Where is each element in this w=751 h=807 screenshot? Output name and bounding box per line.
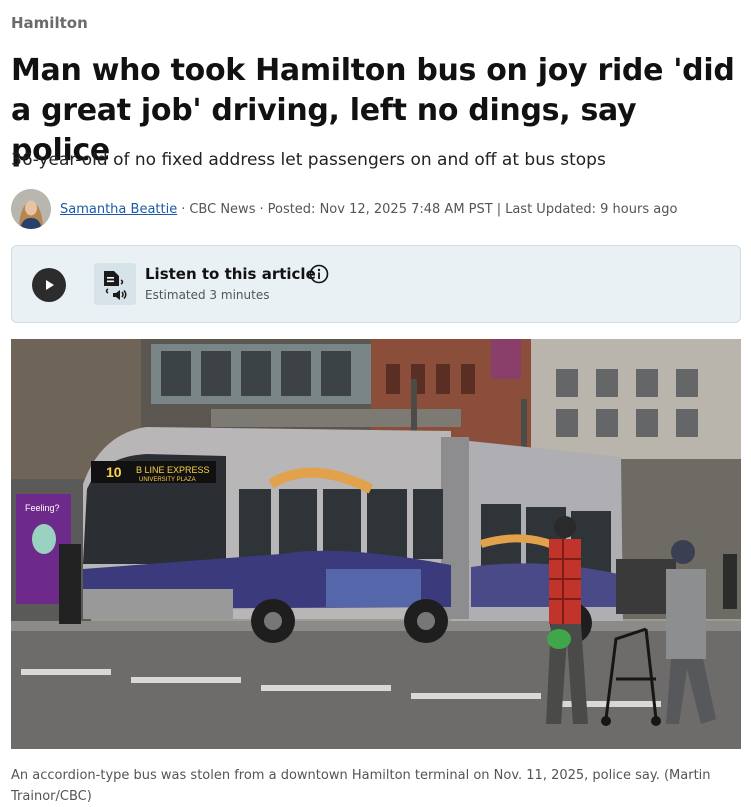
photo-caption: An accordion-type bus was stolen from a … [11,768,711,804]
deck: 36-year-old of no fixed address let pass… [11,150,606,170]
author-link[interactable]: Samantha Beattie [60,202,177,217]
info-icon[interactable] [309,264,329,284]
byline-separator: · [259,201,264,217]
posted-date: Posted: Nov 12, 2025 7:48 AM PST [267,201,493,217]
byline: Samantha Beattie · CBC News · Posted: No… [11,189,677,229]
article-photo[interactable]: Feeling? 10 B LINE EXPRESS UNIVERSITY PL… [11,339,741,749]
audio-document-icon [94,263,136,305]
avatar[interactable] [11,189,51,229]
bus-route: 10 [106,464,122,480]
bus-sign: B LINE EXPRESS [136,465,210,475]
outlet: CBC News [189,201,256,217]
listen-estimate: Estimated 3 minutes [145,288,270,302]
article-page: Hamilton Man who took Hamilton bus on jo… [0,0,751,807]
listen-panel: Listen to this article Estimated 3 minut… [11,245,741,323]
play-icon [46,280,54,290]
bus-sign-sub: UNIVERSITY PLAZA [139,477,196,483]
updated-date: Last Updated: 9 hours ago [505,201,678,217]
section-link[interactable]: Hamilton [11,14,88,32]
poster-text: Feeling? [25,503,60,513]
byline-separator: · [181,201,186,217]
byline-separator: | [496,201,502,217]
play-button[interactable] [32,268,66,302]
listen-title: Listen to this article [145,265,316,283]
